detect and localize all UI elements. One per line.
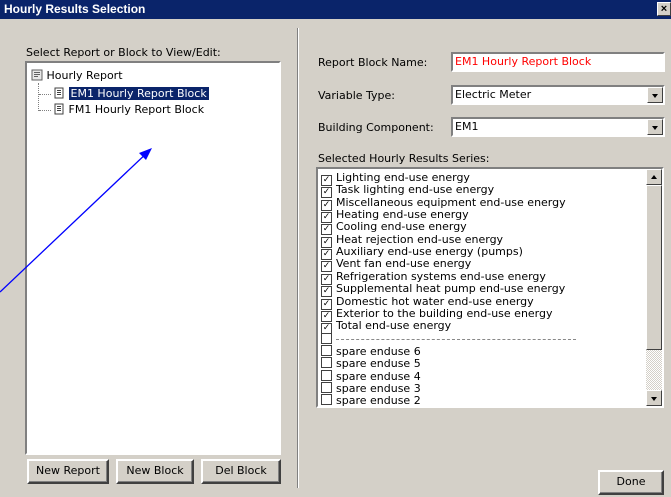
hourly-results-selection-dialog: Hourly Results Selection × Select Report… xyxy=(0,0,671,497)
annotation-arrow xyxy=(0,148,152,293)
